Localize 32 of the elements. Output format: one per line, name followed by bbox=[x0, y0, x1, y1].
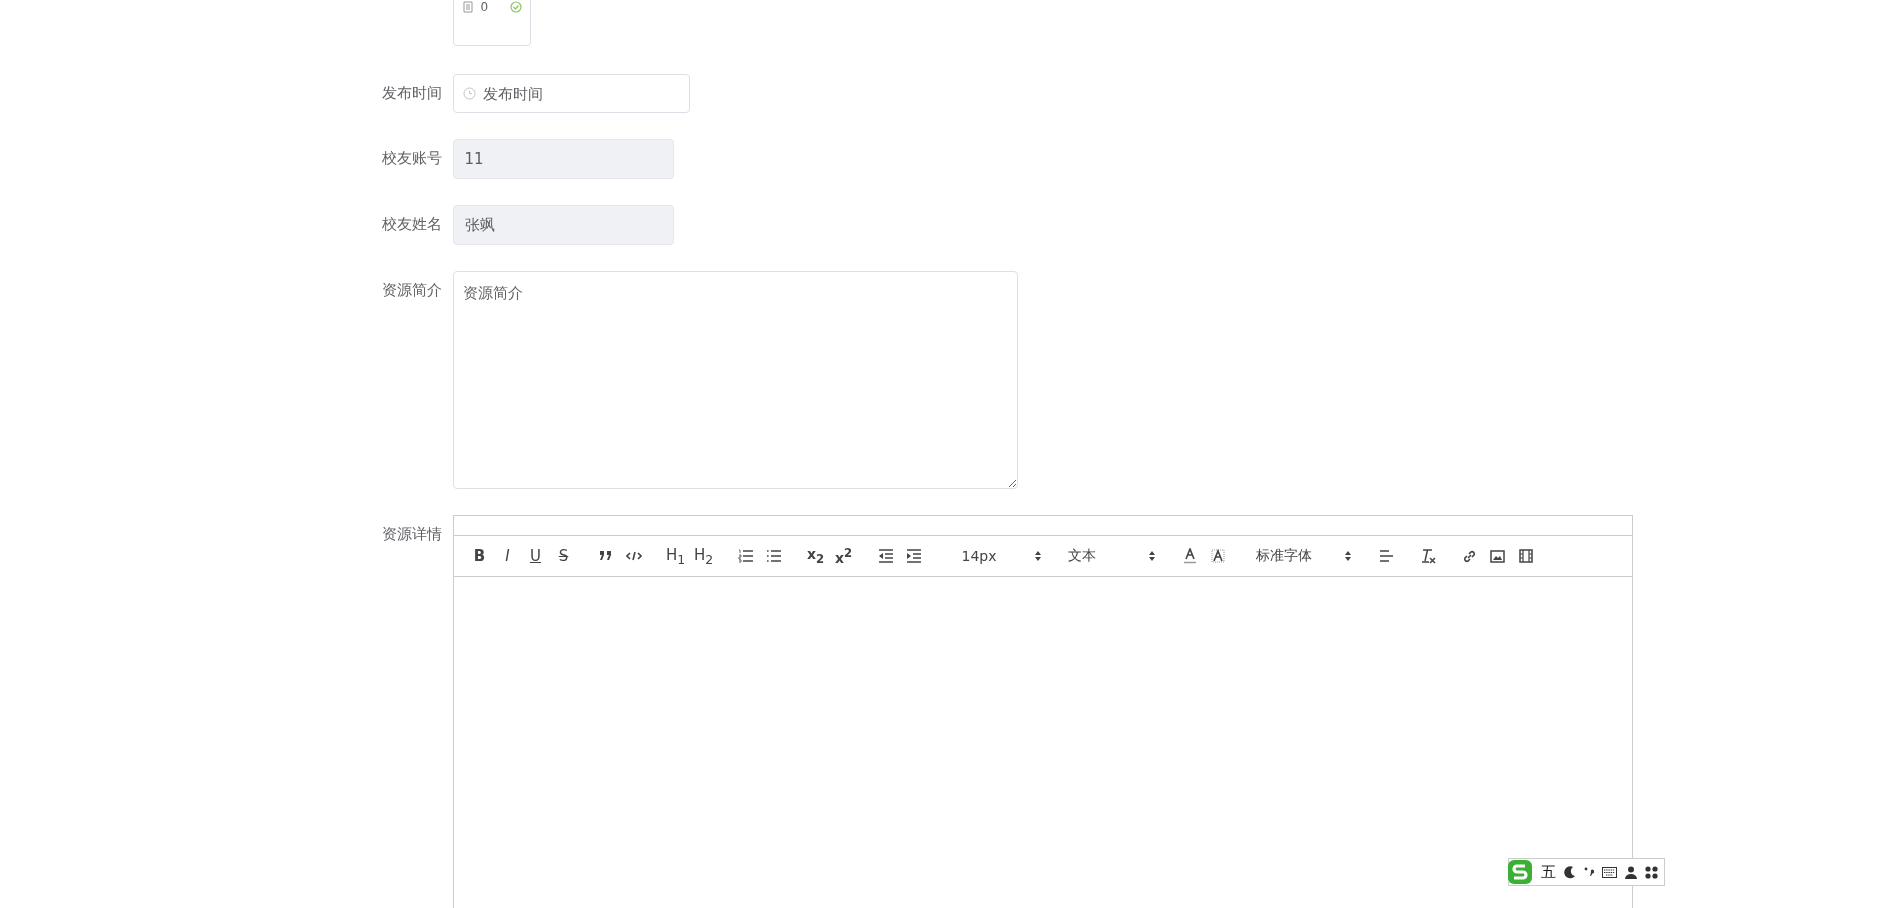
heading-two-button[interactable]: H$_{2}$ bbox=[689, 544, 718, 568]
superscript-button[interactable]: x$^{2}$ bbox=[829, 544, 858, 568]
file-count: 0 bbox=[480, 1, 490, 13]
file-icon bbox=[462, 1, 473, 13]
code-icon[interactable] bbox=[625, 550, 642, 562]
subscript-button[interactable]: x$_{2}$ bbox=[801, 544, 830, 568]
bold-button[interactable]: B bbox=[465, 544, 494, 568]
textarea-field[interactable]: 资源简介 bbox=[452, 271, 1018, 489]
user-icon[interactable] bbox=[1625, 865, 1637, 879]
underline-button[interactable]: U bbox=[521, 544, 550, 568]
field-label: 资源简介 bbox=[380, 280, 443, 301]
field-label: 发布时间 bbox=[380, 83, 443, 104]
moon-icon[interactable] bbox=[1564, 865, 1576, 879]
caret-icon bbox=[1033, 550, 1042, 562]
punctuation-icon[interactable] bbox=[1584, 866, 1594, 878]
italic-button[interactable]: I bbox=[493, 544, 522, 568]
input-mode[interactable]: 五 bbox=[1541, 862, 1556, 882]
field-label: 校友账号 bbox=[380, 148, 443, 169]
date-field[interactable]: 发布时间 bbox=[452, 74, 690, 113]
grid-icon[interactable] bbox=[1645, 865, 1658, 879]
heading-one-button[interactable]: H$_{1}$ bbox=[661, 544, 690, 568]
caret-icon bbox=[1147, 550, 1156, 562]
caret-icon bbox=[1343, 550, 1352, 562]
check-circle-icon bbox=[509, 1, 522, 13]
quote-icon[interactable] bbox=[598, 550, 613, 562]
heading-select[interactable]: 文本 bbox=[1057, 544, 1162, 568]
keyboard-icon[interactable] bbox=[1602, 866, 1617, 878]
field-label: 资源详情 bbox=[380, 524, 443, 545]
font-family-select[interactable]: 标准字体 bbox=[1245, 544, 1358, 568]
font-size-select[interactable]: 14px bbox=[951, 544, 1048, 568]
field-label: 校友姓名 bbox=[380, 214, 443, 235]
clock-icon bbox=[462, 87, 476, 100]
